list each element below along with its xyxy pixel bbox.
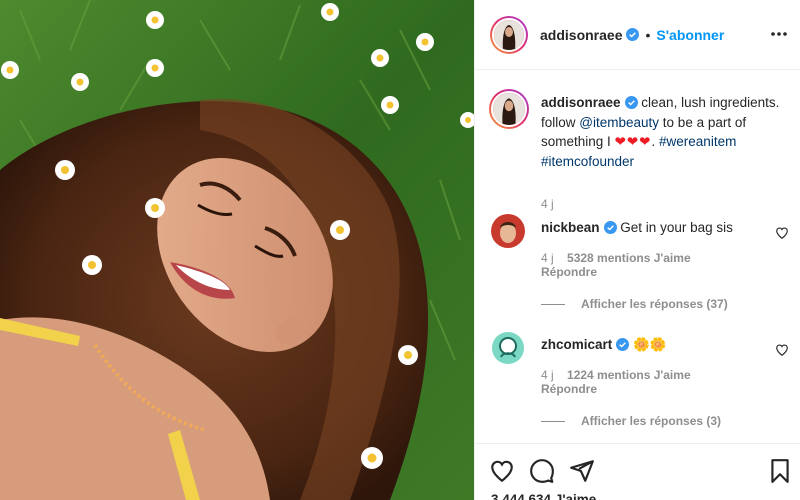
follow-button[interactable]: S'abonner [656, 27, 724, 43]
heart-icon[interactable] [489, 458, 515, 484]
comment-likes-count[interactable]: 1224 mentions J'aime [567, 368, 691, 382]
caption-author-avatar[interactable] [489, 89, 529, 129]
view-replies-label: Afficher les réponses (37) [581, 297, 728, 311]
comment-timestamp[interactable]: 4 j [541, 251, 554, 265]
replies-divider-line [541, 420, 565, 422]
comment-like-heart-icon[interactable] [775, 226, 789, 240]
avatar-image [491, 214, 525, 248]
comment-body: 🌼🌼 [633, 337, 667, 352]
comment-username[interactable]: zhcomicart [541, 337, 612, 352]
comment-text: nickbean Get in your bag sis [541, 220, 733, 235]
commenter-avatar[interactable] [491, 331, 525, 365]
verified-badge-icon [616, 338, 630, 351]
view-replies-button[interactable]: Afficher les réponses (3) [541, 414, 721, 428]
comment-item: nickbean Get in your bag sis 4 j 5328 me… [489, 214, 789, 324]
avatar-image [494, 19, 524, 50]
comment-text: zhcomicart 🌼🌼 [541, 337, 667, 353]
reply-button[interactable]: Répondre [541, 265, 597, 279]
comment-username[interactable]: nickbean [541, 220, 600, 235]
post-actions-bar: 3 444 634 J'aime [475, 443, 800, 500]
caption-body-3: . [651, 134, 656, 149]
comment-body: Get in your bag sis [620, 220, 733, 235]
caption-username[interactable]: addisonraee [541, 95, 621, 110]
comment-meta: 4 j 1224 mentions J'aime [541, 368, 701, 382]
reply-button[interactable]: Répondre [541, 382, 597, 396]
caption-text: addisonraee clean, lush ingredients. fol… [541, 93, 789, 171]
caption-hashtag-link[interactable]: #wereanitem [659, 134, 736, 149]
instagram-post-view: addisonraee • S'abonner addisonraee clea… [0, 0, 800, 500]
verified-badge-icon [624, 96, 638, 109]
post-side-panel: addisonraee • S'abonner addisonraee clea… [474, 0, 800, 500]
view-replies-button[interactable]: Afficher les réponses (37) [541, 297, 728, 311]
author-avatar[interactable] [490, 15, 528, 54]
verified-badge-icon [626, 28, 640, 41]
comment-meta: 4 j 5328 mentions J'aime [541, 251, 701, 265]
author-username[interactable]: addisonraee [540, 27, 622, 43]
more-options-icon[interactable] [769, 24, 789, 44]
verified-badge-icon [603, 221, 617, 234]
post-header: addisonraee • S'abonner [475, 0, 800, 70]
avatar-image [491, 331, 525, 365]
comment-item: zhcomicart 🌼🌼 4 j 1224 mentions J'aime R… [489, 331, 789, 441]
paper-plane-icon[interactable] [569, 458, 595, 484]
comment-likes-count[interactable]: 5328 mentions J'aime [567, 251, 691, 265]
replies-divider-line [541, 303, 565, 305]
comment-icon[interactable] [529, 458, 555, 484]
bookmark-icon[interactable] [767, 458, 793, 484]
post-likes-count[interactable]: 3 444 634 J'aime [491, 492, 596, 500]
commenter-avatar[interactable] [491, 214, 525, 248]
caption-mention-link[interactable]: @itembeauty [579, 115, 659, 130]
comment-like-heart-icon[interactable] [775, 343, 789, 357]
comments-list[interactable]: addisonraee clean, lush ingredients. fol… [475, 71, 800, 443]
post-photo[interactable] [0, 0, 474, 500]
comment-timestamp[interactable]: 4 j [541, 368, 554, 382]
caption-timestamp[interactable]: 4 j [541, 197, 554, 211]
avatar-image [493, 93, 525, 125]
caption-hashtag-link[interactable]: #itemcofounder [541, 154, 634, 169]
caption-hearts: ❤❤❤ [614, 134, 652, 149]
photo-illustration [0, 0, 474, 500]
header-separator: • [645, 26, 651, 43]
view-replies-label: Afficher les réponses (3) [581, 414, 722, 428]
